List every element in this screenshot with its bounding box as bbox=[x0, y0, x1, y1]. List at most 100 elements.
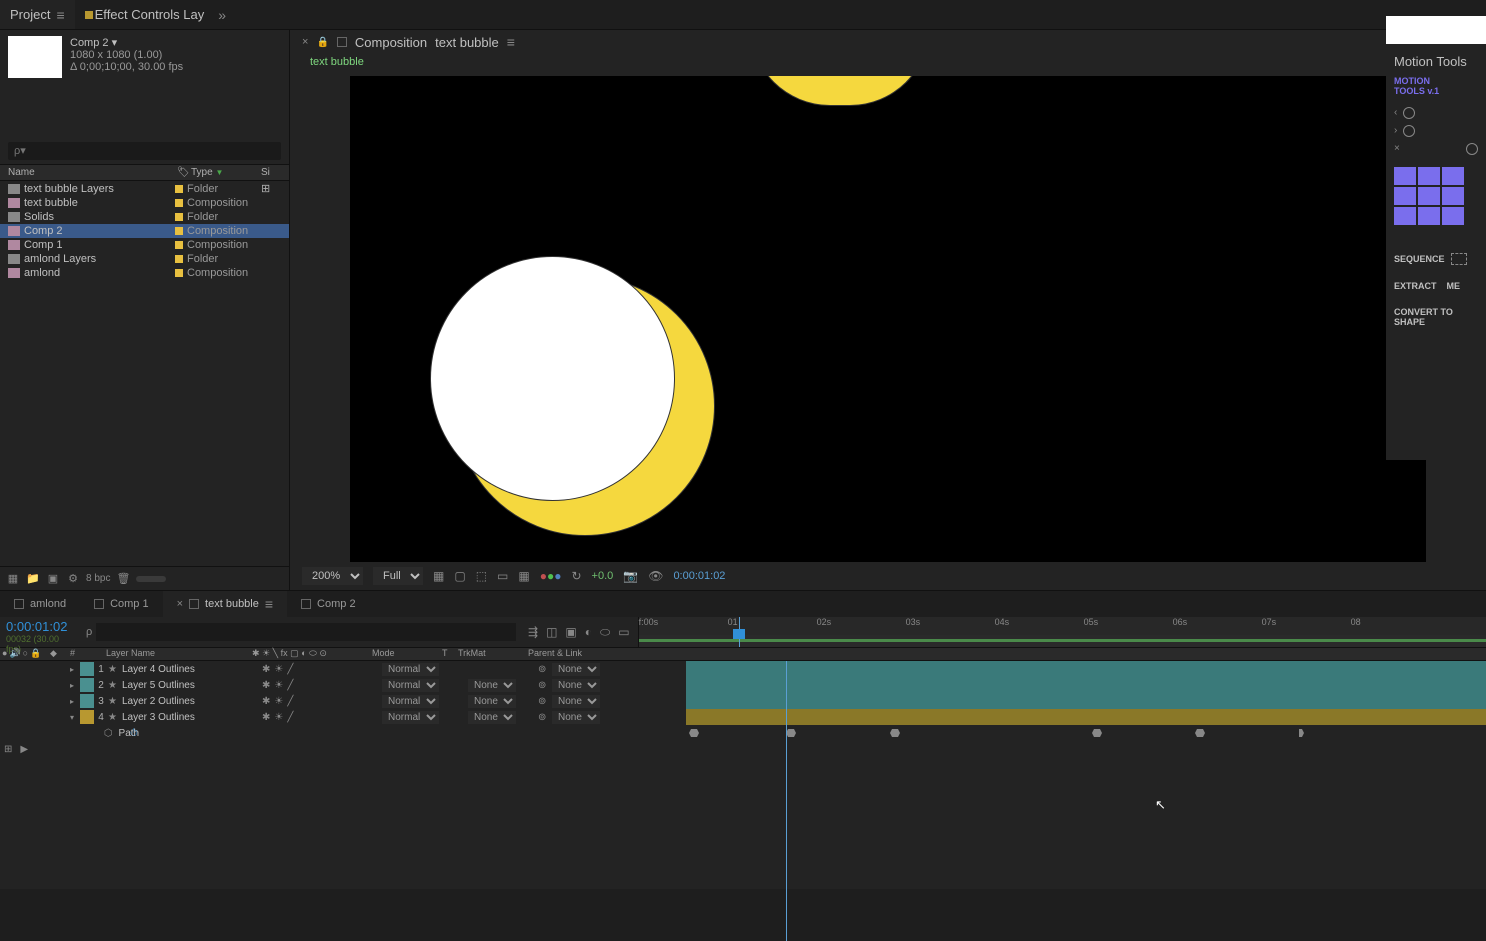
keyframe-icon[interactable] bbox=[1294, 729, 1304, 737]
project-item[interactable]: text bubble Composition bbox=[0, 196, 289, 210]
toggle-modes-icon[interactable]: ▶ bbox=[20, 744, 28, 755]
switch-icon[interactable]: ✱ bbox=[252, 648, 260, 658]
timeline-timecode[interactable]: 0:00:01:02 bbox=[6, 619, 76, 634]
sequence-icon[interactable] bbox=[1451, 253, 1467, 265]
anchor-mc[interactable] bbox=[1418, 187, 1440, 205]
layer-name[interactable]: Layer 3 Outlines bbox=[122, 712, 262, 723]
column-trkmat[interactable]: TrkMat bbox=[458, 648, 528, 660]
graph-editor-icon[interactable]: ▭ bbox=[618, 625, 629, 639]
layer-color-swatch[interactable] bbox=[80, 694, 94, 708]
eye-toggle[interactable] bbox=[2, 697, 10, 705]
project-item[interactable]: Comp 2 Composition bbox=[0, 224, 289, 238]
comp-name[interactable]: Comp 2 ▾ bbox=[70, 36, 183, 49]
audio-column-icon[interactable]: 🔊 bbox=[9, 648, 20, 660]
layer-color-swatch[interactable] bbox=[80, 710, 94, 724]
label-swatch-icon[interactable] bbox=[175, 213, 183, 221]
panel-menu-icon[interactable]: ≡ bbox=[56, 7, 64, 23]
switch-quality-icon[interactable]: ╱ bbox=[287, 696, 293, 707]
label-swatch-icon[interactable] bbox=[175, 255, 183, 263]
layer-name[interactable]: Layer 4 Outlines bbox=[122, 664, 262, 675]
project-item[interactable]: Comp 1 Composition bbox=[0, 238, 289, 252]
comp-mini-flowchart-icon[interactable]: ⇶ bbox=[528, 625, 538, 639]
project-item[interactable]: text bubble Layers Folder ⊞ bbox=[0, 181, 289, 196]
eye-toggle[interactable] bbox=[2, 681, 10, 689]
trkmat-select[interactable]: None bbox=[468, 711, 516, 724]
blend-mode-select[interactable]: Normal bbox=[382, 711, 439, 724]
tag-column-icon[interactable]: 🏷 bbox=[177, 167, 191, 178]
pickwhip-icon[interactable]: ⊚ bbox=[538, 664, 552, 675]
close-icon[interactable]: × bbox=[177, 598, 183, 610]
blend-mode-select[interactable]: Normal bbox=[382, 679, 439, 692]
layer-name[interactable]: Layer 2 Outlines bbox=[122, 696, 262, 707]
layer-color-swatch[interactable] bbox=[80, 662, 94, 676]
anchor-mr[interactable] bbox=[1442, 187, 1464, 205]
switch-shy-icon[interactable]: ✱ bbox=[262, 680, 270, 691]
timeline-tab[interactable]: amlond bbox=[0, 591, 80, 617]
project-item[interactable]: amlond Layers Folder bbox=[0, 252, 289, 266]
twirl-icon[interactable]: ▸ bbox=[70, 681, 80, 690]
eye-toggle[interactable] bbox=[2, 665, 10, 673]
column-mode[interactable]: Mode bbox=[372, 648, 442, 660]
project-item[interactable]: amlond Composition bbox=[0, 266, 289, 280]
ease-out-row[interactable]: › bbox=[1394, 125, 1478, 137]
project-settings-icon[interactable]: ⚙ bbox=[66, 572, 80, 586]
me-button[interactable]: ME bbox=[1447, 281, 1461, 291]
keyframe-nav-icon[interactable]: ◆ bbox=[50, 648, 57, 658]
layer-track[interactable] bbox=[686, 709, 1486, 725]
timeline-ruler[interactable]: f:00s0102s03s04s05s06s07s08 bbox=[638, 617, 1486, 647]
switch-quality-icon[interactable]: ╱ bbox=[287, 680, 293, 691]
switch-icon[interactable]: ☀ bbox=[262, 648, 270, 658]
blend-mode-select[interactable]: Normal bbox=[382, 663, 439, 676]
roi-icon[interactable]: ⬚ bbox=[476, 569, 487, 583]
exposure-value[interactable]: +0.0 bbox=[592, 570, 614, 582]
frame-blend-icon[interactable]: ◐ bbox=[585, 625, 592, 639]
playhead-marker-icon[interactable] bbox=[733, 629, 745, 639]
new-comp-icon[interactable]: ▣ bbox=[46, 572, 60, 586]
column-parent[interactable]: Parent & Link bbox=[528, 648, 628, 660]
label-swatch-icon[interactable] bbox=[175, 241, 183, 249]
timeline-tab[interactable]: Comp 1 bbox=[80, 591, 163, 617]
show-snapshot-icon[interactable]: 👁 bbox=[648, 569, 663, 583]
twirl-icon[interactable]: ▾ bbox=[70, 713, 80, 722]
switch-collapse-icon[interactable]: ☀ bbox=[274, 664, 283, 675]
motion-blur-icon[interactable]: ⬭ bbox=[600, 625, 610, 640]
switch-icon[interactable]: fx bbox=[281, 648, 288, 658]
layer-name[interactable]: Layer 5 Outlines bbox=[122, 680, 262, 691]
switch-icon[interactable]: ▢ bbox=[290, 648, 299, 658]
transparency-grid-icon[interactable]: ▦ bbox=[433, 569, 444, 583]
column-layer-name[interactable]: Layer Name bbox=[102, 648, 252, 660]
switch-icon[interactable]: ◐ bbox=[301, 648, 306, 658]
column-number[interactable]: # bbox=[70, 648, 102, 660]
solo-column-icon[interactable]: ○ bbox=[23, 648, 28, 660]
extract-button[interactable]: EXTRACT bbox=[1394, 281, 1437, 291]
guides-icon[interactable]: ▭ bbox=[497, 569, 508, 583]
draft3d-icon[interactable]: ◫ bbox=[546, 625, 557, 639]
twirl-icon[interactable]: ▸ bbox=[70, 665, 80, 674]
timeline-tab[interactable]: × text bubble ≡ bbox=[163, 591, 287, 617]
ease-handle-icon[interactable] bbox=[1403, 125, 1415, 137]
project-list[interactable]: text bubble Layers Folder ⊞ text bubble … bbox=[0, 181, 289, 566]
ease-handle-icon[interactable] bbox=[1403, 107, 1415, 119]
shy-icon[interactable]: ▣ bbox=[565, 625, 576, 639]
anchor-bl[interactable] bbox=[1394, 207, 1416, 225]
layer-track[interactable] bbox=[686, 693, 1486, 709]
lock-column-icon[interactable]: 🔒 bbox=[30, 648, 41, 660]
sequence-button[interactable]: SEQUENCE bbox=[1394, 254, 1445, 264]
keyframe-icon[interactable] bbox=[1092, 729, 1102, 737]
convert-to-shape-button[interactable]: CONVERT TO SHAPE bbox=[1394, 307, 1478, 327]
switch-quality-icon[interactable]: ╱ bbox=[287, 712, 293, 723]
timeline-search-input[interactable] bbox=[96, 623, 516, 641]
panel-menu-icon[interactable]: ≡ bbox=[265, 596, 273, 612]
new-folder-icon[interactable]: 📁 bbox=[26, 572, 40, 586]
mask-vis-icon[interactable]: ▢ bbox=[454, 569, 465, 583]
label-swatch-icon[interactable] bbox=[175, 269, 183, 277]
anchor-br[interactable] bbox=[1442, 207, 1464, 225]
grid-icon[interactable]: ▦ bbox=[518, 569, 529, 583]
work-area-bar[interactable] bbox=[639, 639, 1486, 642]
pickwhip-icon[interactable]: ⊚ bbox=[538, 712, 552, 723]
trkmat-select[interactable]: None bbox=[468, 679, 516, 692]
playhead-line[interactable] bbox=[786, 661, 787, 941]
eye-column-icon[interactable]: ● bbox=[2, 648, 7, 660]
anchor-tr[interactable] bbox=[1442, 167, 1464, 185]
parent-select[interactable]: None bbox=[552, 679, 600, 692]
